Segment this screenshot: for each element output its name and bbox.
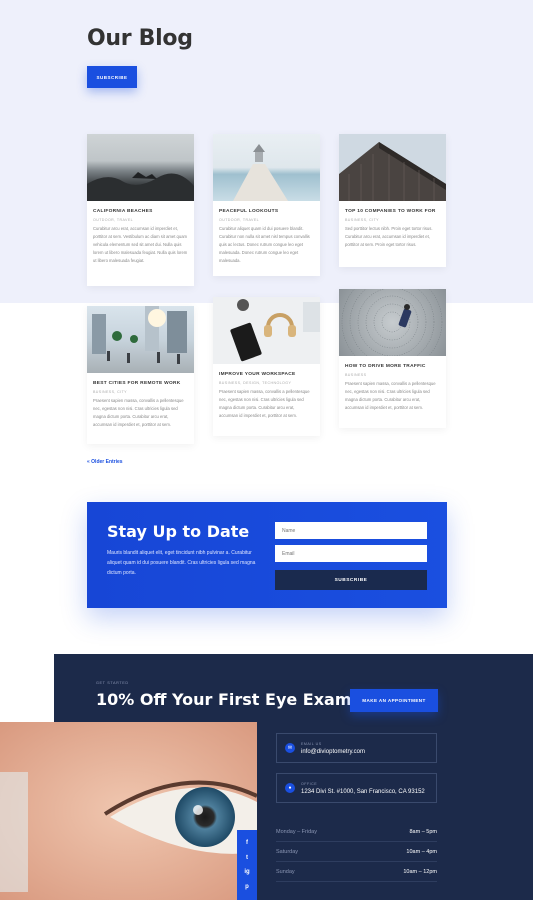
- post-image-traffic[interactable]: [339, 289, 446, 356]
- blog-card[interactable]: IMPROVE YOUR WORKSPACE BUSINESS, DESIGN,…: [213, 297, 320, 436]
- post-excerpt: Praesent sapien massa, convallis a pelle…: [93, 398, 184, 427]
- hours-day: Sunday: [276, 868, 295, 875]
- pier-graphic: [233, 144, 288, 201]
- post-excerpt: Praesent sapien massa, convallis a pelle…: [345, 381, 436, 410]
- newsletter-subscribe-button[interactable]: SUBSCRIBE: [275, 570, 427, 590]
- offer-heading: 10% Off Your First Eye Exam: [96, 690, 352, 709]
- post-category[interactable]: BUSINESS, CITY: [93, 390, 188, 394]
- post-image-workspace[interactable]: [213, 297, 320, 364]
- post-category[interactable]: OUTDOOR, TRAVEL: [219, 218, 314, 222]
- email-label: EMAIL US: [301, 741, 322, 746]
- eye-closeup-image: [0, 722, 257, 900]
- post-category[interactable]: BUSINESS, DESIGN, TECHNOLOGY: [219, 381, 314, 385]
- hours-time: 8am – 5pm: [409, 828, 437, 835]
- newsletter-section: Stay Up to Date Mauris blandit aliquet e…: [87, 502, 447, 608]
- hours-day: Saturday: [276, 848, 299, 855]
- hours-row: Monday – Friday 8am – 5pm: [276, 822, 437, 842]
- blog-card[interactable]: PEACEFUL LOOKOUTS OUTDOOR, TRAVEL Curabi…: [213, 134, 320, 276]
- post-image-beach[interactable]: [87, 134, 194, 201]
- post-image-pier[interactable]: [213, 134, 320, 201]
- newsletter-text: Mauris blandit aliquet elit, eget tincid…: [107, 550, 256, 576]
- blog-card[interactable]: BEST CITIES FOR REMOTE WORK BUSINESS, CI…: [87, 306, 194, 444]
- email-field[interactable]: [275, 545, 427, 562]
- city-street-graphic: [92, 306, 187, 364]
- hours-time: 10am – 12pm: [403, 868, 437, 875]
- hours-row: Saturday 10am – 4pm: [276, 842, 437, 862]
- post-title[interactable]: HOW TO DRIVE MORE TRAFFIC: [345, 364, 440, 369]
- social-bar: f t ig p: [237, 830, 257, 900]
- traffic-pattern-graphic: [341, 289, 443, 356]
- location-pin-icon: ●: [285, 783, 295, 793]
- office-value: 1234 Divi St. #1000, San Francisco, CA 9…: [301, 788, 425, 795]
- offer-eyebrow: GET STARTED: [96, 681, 129, 685]
- instagram-icon[interactable]: ig: [244, 869, 249, 875]
- post-excerpt: Curabitur aliquet quam id dui posuere bl…: [219, 226, 310, 263]
- newsletter-heading: Stay Up to Date: [107, 522, 250, 541]
- workspace-graphic: [230, 299, 320, 362]
- page: Our Blog SUBSCRIBE CALIFORNIA BEACHES OU…: [0, 0, 533, 900]
- page-title: Our Blog: [87, 26, 193, 51]
- office-label: OFFICE: [301, 781, 318, 786]
- hours-row: Sunday 10am – 12pm: [276, 862, 437, 882]
- office-contact-box: ● OFFICE 1234 Divi St. #1000, San Franci…: [276, 773, 437, 803]
- post-title[interactable]: TOP 10 COMPANIES TO WORK FOR: [345, 209, 440, 214]
- eye-graphic: [0, 722, 257, 900]
- blog-card[interactable]: TOP 10 COMPANIES TO WORK FOR BUSINESS, C…: [339, 134, 446, 267]
- envelope-icon: ✉: [285, 743, 295, 753]
- post-category[interactable]: BUSINESS: [345, 373, 440, 377]
- facebook-icon[interactable]: f: [246, 840, 248, 846]
- hours-day: Monday – Friday: [276, 828, 317, 835]
- post-category[interactable]: OUTDOOR, TRAVEL: [93, 218, 188, 222]
- name-field[interactable]: [275, 522, 427, 539]
- make-appointment-button[interactable]: MAKE AN APPOINTMENT: [350, 689, 438, 712]
- building-graphic: [339, 142, 446, 201]
- post-title[interactable]: CALIFORNIA BEACHES: [93, 209, 188, 214]
- email-value[interactable]: info@divioptometry.com: [301, 749, 365, 755]
- post-category[interactable]: BUSINESS, CITY: [345, 218, 440, 222]
- older-entries-link[interactable]: « Older Entries: [87, 459, 123, 465]
- subscribe-button[interactable]: SUBSCRIBE: [87, 66, 137, 88]
- pinterest-icon[interactable]: p: [245, 884, 249, 890]
- post-image-city-street[interactable]: [87, 306, 194, 373]
- post-title[interactable]: BEST CITIES FOR REMOTE WORK: [93, 381, 188, 386]
- email-contact-box[interactable]: ✉ EMAIL US info@divioptometry.com: [276, 733, 437, 763]
- blog-card[interactable]: HOW TO DRIVE MORE TRAFFIC BUSINESS Praes…: [339, 289, 446, 428]
- blog-card[interactable]: CALIFORNIA BEACHES OUTDOOR, TRAVEL Curab…: [87, 134, 194, 286]
- post-excerpt: Sed porttitor lectus nibh. Proin eget to…: [345, 226, 433, 247]
- hours-time: 10am – 4pm: [406, 848, 437, 855]
- twitter-icon[interactable]: t: [246, 855, 248, 861]
- beach-rocks-graphic: [87, 172, 194, 201]
- post-excerpt: Praesent sapien massa, convallis a pelle…: [219, 389, 310, 418]
- post-title[interactable]: IMPROVE YOUR WORKSPACE: [219, 372, 314, 377]
- post-title[interactable]: PEACEFUL LOOKOUTS: [219, 209, 314, 214]
- post-excerpt: Curabitur arcu erat, accumsan id imperdi…: [93, 226, 188, 263]
- post-image-building[interactable]: [339, 134, 446, 201]
